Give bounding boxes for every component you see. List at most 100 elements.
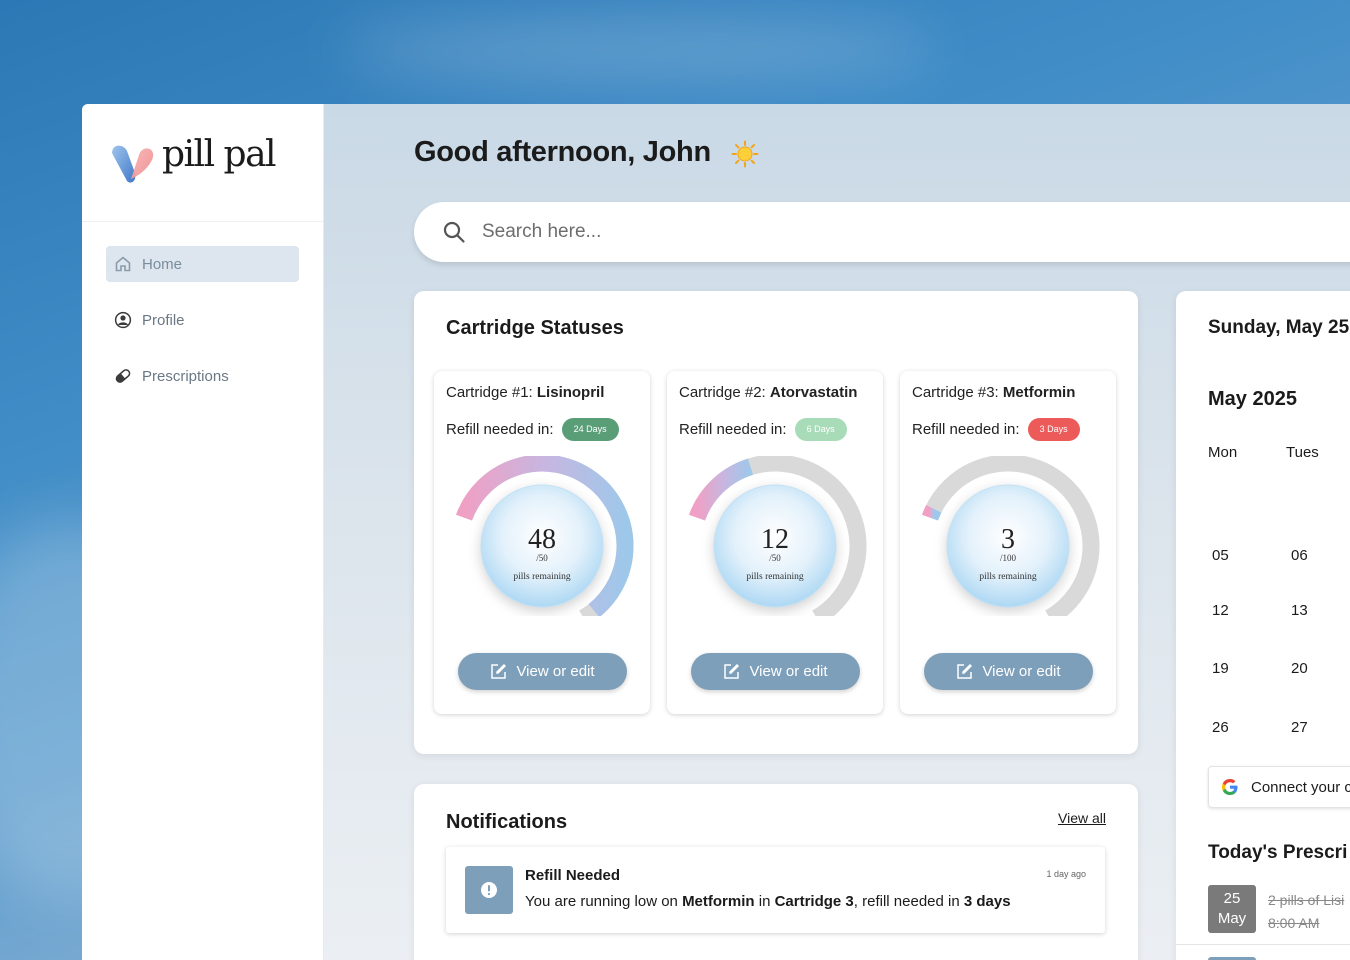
calendar-day[interactable]: 20: [1291, 660, 1308, 677]
button-label: View or edit: [982, 663, 1061, 680]
refill-row: Refill needed in: 3 Days: [912, 418, 1080, 441]
sidebar-item-prescriptions[interactable]: Prescriptions: [106, 358, 299, 394]
cartridge-number: Cartridge #2:: [679, 384, 770, 401]
edit-icon: [491, 663, 507, 679]
calendar-day[interactable]: 13: [1291, 602, 1308, 619]
calendar-day[interactable]: 19: [1212, 660, 1229, 677]
medication-name: Metformin: [1002, 384, 1076, 401]
notification-item[interactable]: Refill Needed 1 day ago You are running …: [446, 847, 1105, 933]
date-chip-day: 25: [1223, 890, 1241, 907]
pill-gauge: 3/100 pills remaining: [922, 456, 1100, 616]
view-edit-button[interactable]: View or edit: [924, 653, 1093, 690]
button-label: View or edit: [516, 663, 595, 680]
panel-title: Notifications: [446, 811, 568, 833]
cartridge-number: Cartridge #3:: [912, 384, 1003, 401]
page-title: Good afternoon, John: [414, 136, 711, 168]
current-date: Sunday, May 25: [1208, 317, 1350, 338]
cartridge-card: Cartridge #3: Metformin Refill needed in…: [900, 371, 1116, 714]
weekday-label: Mon: [1208, 444, 1238, 461]
sidebar: pill pal Home Profile Prescriptions: [82, 104, 324, 960]
prescription-entry[interactable]: 2 pills of Lisi 8:00 AM: [1268, 889, 1344, 935]
sidebar-item-label: Prescriptions: [142, 367, 229, 385]
pills-remaining-label: pills remaining: [513, 572, 571, 582]
calendar-day[interactable]: 27: [1291, 719, 1308, 736]
text-segment: in: [754, 893, 775, 910]
view-edit-button[interactable]: View or edit: [458, 653, 627, 690]
app-window: pill pal Home Profile Prescriptions Good…: [82, 104, 1350, 960]
divider: [1176, 944, 1350, 945]
medication-name: Lisinopril: [536, 384, 605, 401]
prescription-text: 2 pills of Lisi: [1268, 892, 1345, 908]
pill-icon: [115, 369, 131, 383]
date-chip: 25 May: [1208, 885, 1256, 933]
search-icon: [443, 221, 465, 243]
medication-name: Metformin: [682, 893, 755, 910]
pill-gauge: 48/50 pills remaining: [456, 456, 634, 616]
refill-row: Refill needed in: 6 Days: [679, 418, 847, 441]
edit-icon: [724, 663, 740, 679]
sidebar-item-home[interactable]: Home: [106, 246, 299, 282]
search-input[interactable]: [480, 220, 1184, 244]
pill-count: 12: [761, 524, 789, 555]
app-name: pill pal: [162, 134, 277, 175]
pillpal-logo-icon: [112, 145, 154, 183]
todays-prescriptions-title: Today's Prescri: [1208, 842, 1348, 863]
calendar-panel: Sunday, May 25 May 2025 Mon Tues 05 06 1…: [1176, 291, 1350, 960]
button-label: View or edit: [749, 663, 828, 680]
pill-total: /50: [536, 553, 548, 563]
connect-google-calendar-button[interactable]: Connect your c: [1208, 766, 1350, 808]
refill-label: Refill needed in:: [446, 421, 554, 438]
cartridge-card: Cartridge #2: Atorvastatin Refill needed…: [667, 371, 883, 714]
view-all-link[interactable]: View all: [1058, 810, 1106, 826]
sidebar-item-label: Profile: [142, 311, 185, 329]
cartridge-title: Cartridge #3: Metformin: [912, 384, 1075, 401]
cartridge-name: Cartridge 3: [774, 893, 854, 910]
alert-icon: [465, 866, 513, 914]
pill-count: 48: [528, 524, 556, 555]
pill-total: /50: [769, 553, 781, 563]
prescription-time: 8:00 AM: [1268, 915, 1320, 931]
sidebar-item-label: Home: [142, 255, 183, 273]
connect-label: Connect your c: [1251, 778, 1350, 796]
cartridge-card: Cartridge #1: Lisinopril Refill needed i…: [434, 371, 650, 714]
home-icon: [115, 256, 131, 272]
calendar-day[interactable]: 05: [1212, 547, 1229, 564]
refill-label: Refill needed in:: [912, 421, 1020, 438]
calendar-day[interactable]: 12: [1212, 602, 1229, 619]
calendar-day[interactable]: 26: [1212, 719, 1229, 736]
pills-remaining-label: pills remaining: [746, 572, 804, 582]
date-chip-month: May: [1217, 910, 1247, 927]
search-bar[interactable]: [414, 202, 1350, 262]
refill-days: 3 days: [963, 893, 1011, 910]
text-segment: , refill needed in: [853, 893, 964, 910]
panel-title: Cartridge Statuses: [446, 317, 624, 339]
weekday-label: Tues: [1286, 444, 1319, 461]
cartridge-number: Cartridge #1:: [446, 384, 537, 401]
gauge-fill: [922, 505, 942, 521]
cartridge-title: Cartridge #2: Atorvastatin: [679, 384, 857, 401]
medication-name: Atorvastatin: [769, 384, 858, 401]
pill-total: /100: [1000, 553, 1017, 563]
refill-badge: 24 Days: [561, 418, 619, 441]
edit-icon: [957, 663, 973, 679]
sidebar-item-profile[interactable]: Profile: [106, 302, 299, 338]
refill-label: Refill needed in:: [679, 421, 787, 438]
pill-gauge: 12/50 pills remaining: [689, 456, 867, 616]
calendar-day[interactable]: 06: [1291, 547, 1308, 564]
calendar-month: May 2025: [1208, 388, 1297, 410]
sidebar-nav: Home Profile Prescriptions: [106, 246, 299, 414]
cartridge-title: Cartridge #1: Lisinopril: [446, 384, 604, 401]
refill-row: Refill needed in: 24 Days: [446, 418, 619, 441]
google-icon: [1222, 779, 1238, 795]
text-segment: You are running low on: [525, 893, 683, 910]
profile-icon: [114, 311, 132, 329]
logo-area: pill pal: [82, 104, 323, 222]
notifications-panel: Notifications View all Refill Needed 1 d…: [414, 784, 1138, 960]
view-edit-button[interactable]: View or edit: [691, 653, 860, 690]
cartridge-statuses-panel: Cartridge Statuses Cartridge #1: Lisinop…: [414, 291, 1138, 754]
notification-body: You are running low on Metformin in Cart…: [525, 893, 1011, 910]
notification-time: 1 day ago: [1046, 869, 1086, 879]
refill-badge: 3 Days: [1027, 418, 1080, 441]
pills-remaining-label: pills remaining: [979, 572, 1037, 582]
refill-badge: 6 Days: [794, 418, 847, 441]
